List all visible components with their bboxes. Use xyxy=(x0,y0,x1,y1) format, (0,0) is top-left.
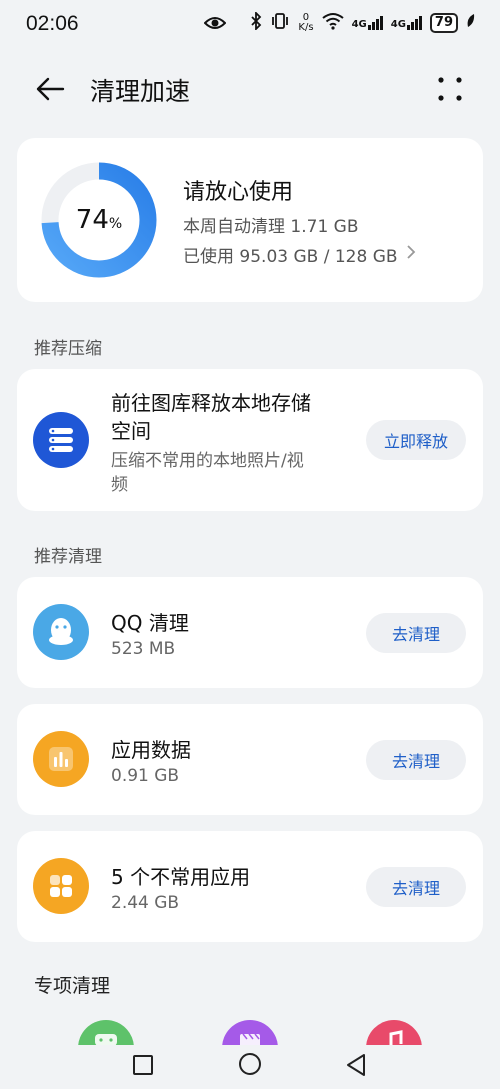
clean-unused-apps-button[interactable]: 去清理 xyxy=(366,867,466,907)
status-bar: 02:06 0 K/s 4G 4G 79 xyxy=(0,0,500,48)
back-button[interactable] xyxy=(30,72,70,106)
storage-used-text: 已使用 95.03 GB / 128 GB xyxy=(183,247,398,267)
navigation-bar xyxy=(0,1045,500,1089)
special-clean-row xyxy=(0,1018,500,1046)
status-time: 02:06 xyxy=(26,12,79,35)
signal-1-label: 4G xyxy=(351,19,367,30)
page-title: 清理加速 xyxy=(90,77,191,106)
storage-used-link[interactable]: 已使用 95.03 GB / 128 GB xyxy=(183,242,416,267)
clean-item-size: 2.44 GB xyxy=(111,893,180,913)
net-speed: 0 K/s xyxy=(298,13,313,33)
clean-item-unused-apps: 5 个不常用应用 2.44 GB 去清理 xyxy=(17,831,483,942)
storage-title: 请放心使用 xyxy=(183,180,294,205)
app-bar: 清理加速 xyxy=(0,62,500,116)
more-options-button[interactable] xyxy=(436,74,464,104)
clean-item-title: 5 个不常用应用 xyxy=(111,865,251,889)
app-grid-icon xyxy=(33,858,89,914)
vibrate-icon xyxy=(270,12,290,34)
nav-back-button[interactable] xyxy=(345,1053,367,1081)
compress-title-line1: 前往图库释放本地存储 xyxy=(111,391,311,415)
signal-1: 4G xyxy=(352,16,383,30)
signal-bars-icon xyxy=(406,16,422,30)
special-wechat-icon[interactable] xyxy=(78,1020,134,1046)
compress-title: 前往图库释放本地存储 空间 xyxy=(111,389,311,445)
net-speed-unit: K/s xyxy=(298,22,314,33)
signal-bars-icon xyxy=(367,16,383,30)
release-now-button[interactable]: 立即释放 xyxy=(366,420,466,460)
signal-2-label: 4G xyxy=(390,19,406,30)
storage-percent: 74% xyxy=(41,162,157,278)
battery-indicator: 79 xyxy=(429,13,458,33)
bluetooth-icon xyxy=(250,10,262,34)
special-music-icon[interactable] xyxy=(366,1020,422,1046)
signal-2: 4G xyxy=(391,16,422,30)
more-dots-icon xyxy=(438,77,462,101)
recents-button[interactable] xyxy=(133,1055,153,1075)
wifi-icon xyxy=(321,12,344,34)
storage-percent-value: 74 xyxy=(75,205,109,235)
eye-icon xyxy=(203,14,227,37)
storage-ring: 74% xyxy=(41,162,157,278)
compress-sub-line2: 频 xyxy=(111,475,128,495)
triangle-back-icon xyxy=(347,1054,365,1076)
status-icons: 0 K/s 4G 4G 79 xyxy=(250,10,476,34)
compress-sub-line1: 压缩不常用的本地照片/视 xyxy=(111,451,304,471)
compress-card: 前往图库释放本地存储 空间 压缩不常用的本地照片/视 频 立即释放 xyxy=(17,369,483,511)
storage-card: 74% 请放心使用 本周自动清理 1.71 GB 已使用 95.03 GB / … xyxy=(17,138,483,302)
special-video-icon[interactable] xyxy=(222,1020,278,1046)
arrow-left-icon xyxy=(36,77,65,101)
compress-title-line2: 空间 xyxy=(111,419,151,443)
clean-item-title: QQ 清理 xyxy=(111,611,189,635)
chevron-right-icon xyxy=(406,244,416,265)
bar-chart-icon xyxy=(33,731,89,787)
clean-item-qq: QQ 清理 523 MB 去清理 xyxy=(17,577,483,688)
leaf-icon xyxy=(466,13,476,33)
storage-stack-icon xyxy=(33,412,89,468)
home-button[interactable] xyxy=(239,1053,261,1075)
clean-item-size: 0.91 GB xyxy=(111,766,180,786)
clean-app-data-button[interactable]: 去清理 xyxy=(366,740,466,780)
penguin-icon xyxy=(33,604,89,660)
weekly-clean-text: 本周自动清理 1.71 GB xyxy=(183,217,359,237)
section-compress-label: 推荐压缩 xyxy=(34,339,102,359)
storage-percent-sign: % xyxy=(108,216,123,232)
compress-subtitle: 压缩不常用的本地照片/视 频 xyxy=(111,449,304,497)
clean-item-size: 523 MB xyxy=(111,639,176,659)
section-clean-label: 推荐清理 xyxy=(34,547,102,567)
clean-item-title: 应用数据 xyxy=(111,738,191,762)
clean-item-app-data: 应用数据 0.91 GB 去清理 xyxy=(17,704,483,815)
clean-qq-button[interactable]: 去清理 xyxy=(366,613,466,653)
section-special-label: 专项清理 xyxy=(34,975,111,997)
